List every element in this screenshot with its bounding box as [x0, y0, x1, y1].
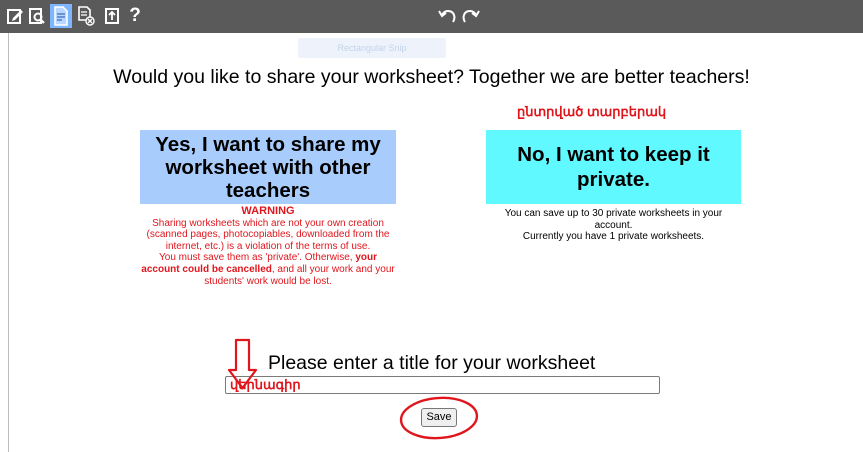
editor-toolbar: ?	[0, 0, 863, 33]
edit-icon[interactable]	[4, 4, 26, 28]
delete-document-icon[interactable]	[75, 4, 97, 28]
selected-option-annotation: ընտրված տարբերակ	[517, 104, 667, 119]
export-icon[interactable]	[101, 4, 123, 28]
private-count-text: Currently you have 1 private worksheets.	[522, 231, 705, 243]
undo-icon[interactable]	[437, 4, 459, 28]
page-left-border	[8, 33, 9, 452]
warning-title: WARNING	[241, 205, 295, 217]
save-document-icon[interactable]	[50, 4, 72, 28]
private-option-button[interactable]: No, I want to keep it private.	[486, 130, 741, 204]
private-option-label: No, I want to keep it private.	[517, 143, 710, 191]
worksheet-title-input[interactable]	[225, 376, 660, 394]
snip-tooltip: Rectangular Snip	[298, 38, 446, 58]
warning-text: Sharing worksheets which are not your ow…	[146, 217, 390, 252]
preview-icon[interactable]	[26, 4, 48, 28]
title-prompt: Please enter a title for your worksheet	[268, 352, 596, 374]
warning-consequence: You must save them as 'private'. Otherwi…	[140, 252, 396, 287]
warning-consequence-start: You must save them as 'private'. Otherwi…	[159, 252, 356, 264]
share-warning: WARNING Sharing worksheets which are not…	[140, 205, 396, 287]
private-info: You can save up to 30 private worksheets…	[486, 208, 741, 243]
share-option-label: Yes, I want to share my worksheet with o…	[155, 132, 381, 202]
private-limit-text: You can save up to 30 private worksheets…	[504, 208, 723, 231]
save-button[interactable]: Save	[421, 408, 457, 427]
help-label: ?	[129, 5, 141, 26]
help-icon[interactable]: ?	[124, 4, 146, 28]
redo-icon[interactable]	[459, 4, 481, 28]
share-option-button[interactable]: Yes, I want to share my worksheet with o…	[140, 130, 396, 204]
share-question: Would you like to share your worksheet? …	[113, 66, 750, 88]
